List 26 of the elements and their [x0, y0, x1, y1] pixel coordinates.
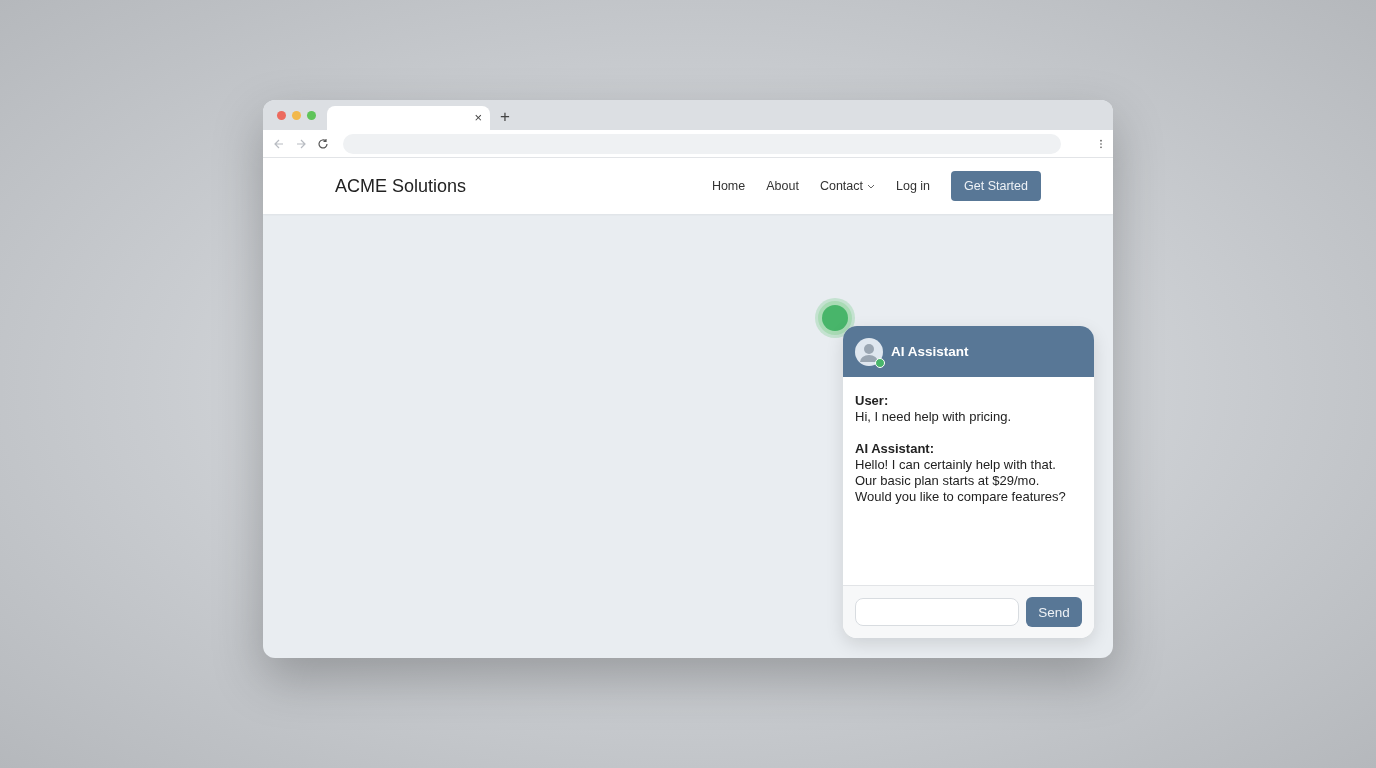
nav-link[interactable]: Home	[711, 179, 746, 193]
avatar-icon	[855, 337, 883, 366]
message-sender: AI Assistant:	[855, 441, 935, 457]
message-text: Hello! I can certainly help with that. Our basic plan starts at $29/mo. Would you like to compare features?	[855, 457, 1067, 505]
reload-icon[interactable]	[317, 137, 329, 150]
browser-tab[interactable]: ×	[327, 106, 490, 130]
message-sender: User:	[855, 393, 890, 409]
minimize-window-icon[interactable]	[292, 111, 301, 120]
more-menu-icon[interactable]	[1099, 138, 1103, 149]
forward-icon[interactable]	[295, 137, 307, 150]
message-input-field[interactable]	[855, 598, 1019, 626]
status-indicator-icon	[822, 305, 848, 331]
message-text: Hi, I need help with pricing.	[855, 409, 1013, 425]
close-window-icon[interactable]	[277, 111, 286, 120]
get-started-button[interactable]: Get Started	[951, 171, 1041, 201]
maximize-window-icon[interactable]	[307, 111, 316, 120]
site-logo[interactable]: ACME Solutions	[335, 175, 467, 197]
chat-title: AI Assistant	[891, 344, 969, 359]
nav-link[interactable]: Log in	[896, 179, 931, 193]
new-tab-button[interactable]: +	[496, 108, 514, 126]
nav-link[interactable]: About	[766, 179, 799, 193]
caret-icon	[867, 183, 875, 189]
close-tab-button[interactable]: ×	[472, 111, 484, 125]
nav-dropdown[interactable]: Contact	[819, 179, 875, 193]
send-button[interactable]: Send	[1026, 597, 1082, 627]
back-icon[interactable]	[273, 137, 285, 150]
